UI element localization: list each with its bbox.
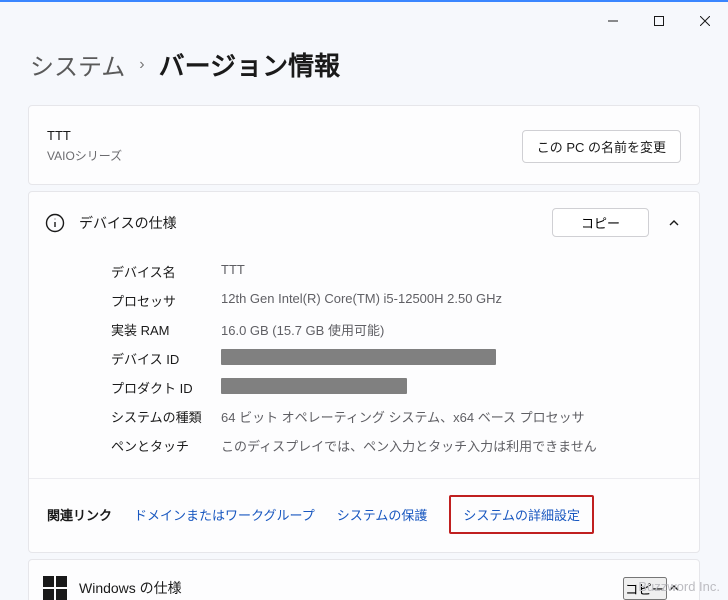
related-links-row: 関連リンク ドメインまたはワークグループ システムの保護 システムの詳細設定 <box>29 479 699 552</box>
page-content: システム › バージョン情報 TTT VAIOシリーズ この PC の名前を変更… <box>0 46 728 600</box>
device-model-value: VAIOシリーズ <box>47 147 122 164</box>
spec-label: デバイス名 <box>111 262 221 281</box>
spec-label: プロセッサ <box>111 291 221 310</box>
device-spec-copy-button[interactable]: コピー <box>552 208 649 237</box>
device-spec-table: デバイス名 TTT プロセッサ 12th Gen Intel(R) Core(T… <box>29 253 699 474</box>
related-link-system-protection[interactable]: システムの保護 <box>337 505 428 524</box>
breadcrumb-parent[interactable]: システム <box>30 47 125 82</box>
device-spec-title: デバイスの仕様 <box>79 213 177 233</box>
spec-label: プロダクト ID <box>111 378 221 397</box>
page-title: バージョン情報 <box>159 46 340 83</box>
device-spec-card: デバイスの仕様 コピー デバイス名 TTT プロセッサ 12th Gen Int… <box>28 191 700 553</box>
spec-label: システムの種類 <box>111 407 221 426</box>
window-minimize-button[interactable] <box>590 6 636 36</box>
info-icon <box>43 211 67 235</box>
chevron-up-icon[interactable] <box>667 216 681 230</box>
windows-logo-icon <box>43 576 67 600</box>
spec-value: 64 ビット オペレーティング システム、x64 ベース プロセッサ <box>221 407 585 426</box>
spec-value: 12th Gen Intel(R) Core(TM) i5-12500H 2.5… <box>221 291 502 310</box>
spec-value-redacted <box>221 378 407 397</box>
rename-pc-button[interactable]: この PC の名前を変更 <box>522 130 681 163</box>
related-link-advanced-settings[interactable]: システムの詳細設定 <box>449 495 594 534</box>
breadcrumb: システム › バージョン情報 <box>30 46 700 83</box>
window-close-button[interactable] <box>682 6 728 36</box>
device-name-value: TTT <box>47 128 122 143</box>
spec-row-processor: プロセッサ 12th Gen Intel(R) Core(TM) i5-1250… <box>111 286 681 315</box>
window-maximize-button[interactable] <box>636 6 682 36</box>
related-links-label: 関連リンク <box>47 505 112 524</box>
spec-label: デバイス ID <box>111 349 221 368</box>
device-spec-header[interactable]: デバイスの仕様 コピー <box>29 192 699 253</box>
windows-spec-card: Windows の仕様 コピー エディション Windows 11 Home <box>28 559 700 600</box>
spec-value-redacted <box>221 349 496 368</box>
spec-row-pen-touch: ペンとタッチ このディスプレイでは、ペン入力とタッチ入力は利用できません <box>111 431 681 460</box>
spec-value: TTT <box>221 262 245 281</box>
spec-label: 実装 RAM <box>111 320 221 339</box>
window-titlebar <box>0 2 728 36</box>
spec-value: このディスプレイでは、ペン入力とタッチ入力は利用できません <box>221 436 597 455</box>
spec-row-product-id: プロダクト ID <box>111 373 681 402</box>
spec-label: ペンとタッチ <box>111 436 221 455</box>
spec-row-ram: 実装 RAM 16.0 GB (15.7 GB 使用可能) <box>111 315 681 344</box>
chevron-right-icon: › <box>139 56 144 74</box>
spec-row-device-id: デバイス ID <box>111 344 681 373</box>
watermark: Buzzword Inc. <box>638 579 720 594</box>
spec-row-device-name: デバイス名 TTT <box>111 257 681 286</box>
windows-spec-header[interactable]: Windows の仕様 コピー <box>29 560 699 600</box>
spec-row-system-type: システムの種類 64 ビット オペレーティング システム、x64 ベース プロセ… <box>111 402 681 431</box>
device-name-card: TTT VAIOシリーズ この PC の名前を変更 <box>28 105 700 185</box>
related-link-domain-workgroup[interactable]: ドメインまたはワークグループ <box>134 505 315 524</box>
windows-spec-title: Windows の仕様 <box>79 578 182 598</box>
spec-value: 16.0 GB (15.7 GB 使用可能) <box>221 320 384 339</box>
